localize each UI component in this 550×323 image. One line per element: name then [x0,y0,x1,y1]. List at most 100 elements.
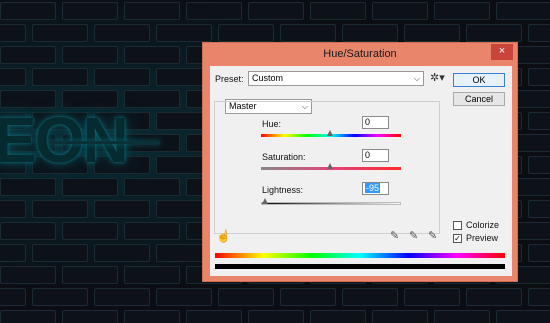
brick [0,68,26,86]
brick [528,68,550,86]
brick [32,244,88,262]
brick [528,288,550,306]
brick [124,178,180,196]
brick [0,24,26,42]
title-bar[interactable]: Hue/Saturation × [203,43,517,65]
brick [218,24,274,42]
brick [0,244,26,262]
brick [124,310,180,323]
brick [94,68,150,86]
lightness-slider-track[interactable] [261,202,401,205]
brick [528,244,550,262]
lightness-input[interactable]: -95 [362,182,389,195]
brick [124,46,180,64]
saturation-label: Saturation: [262,152,306,162]
brick [280,288,336,306]
saturation-slider-thumb[interactable] [327,163,333,169]
lightness-label: Lightness: [262,185,304,195]
brick [94,200,150,218]
adjustment-group: Hue: 0 Saturation: 0 Lightness: -95 [214,101,440,234]
brick [404,24,460,42]
brick [248,310,304,323]
brick [0,310,56,323]
brick [62,178,118,196]
lightness-slider-thumb[interactable] [262,198,268,204]
brick [94,24,150,42]
dialog-body: Preset: Custom ⌵ ✲▾ OK Cancel Master ⌵ H… [210,66,512,276]
ok-button[interactable]: OK [453,73,505,87]
brick [156,288,212,306]
lightness-value: -95 [365,183,381,193]
brick [94,288,150,306]
brick [62,266,118,284]
brick [32,200,88,218]
brick [434,310,490,323]
hue-input[interactable]: 0 [362,116,389,129]
brick [528,156,550,174]
output-color-bar [215,264,505,269]
brick [124,90,180,108]
brick [0,288,26,306]
brick [280,24,336,42]
gear-icon[interactable]: ✲▾ [430,71,445,84]
brick [62,2,118,20]
chevron-down-icon: ⌵ [413,74,420,83]
hue-saturation-dialog: Hue/Saturation × Preset: Custom ⌵ ✲▾ OK … [202,42,518,282]
brick [124,222,180,240]
brick [0,200,26,218]
brick [404,288,460,306]
brick [528,200,550,218]
preset-select[interactable]: Custom ⌵ [248,71,424,86]
dialog-title: Hue/Saturation [323,48,397,60]
brick [124,2,180,20]
eyedropper-minus-icon[interactable]: ✎ [428,229,437,242]
brick [32,288,88,306]
preview-checkbox[interactable]: ✓ [453,234,462,243]
brick [342,24,398,42]
brick [0,266,56,284]
brick [342,288,398,306]
brick-row [0,310,550,323]
brick [528,24,550,42]
brick [372,310,428,323]
brick [62,310,118,323]
brick [0,178,56,196]
brick [372,2,428,20]
brick [0,46,56,64]
brick [32,68,88,86]
eyedropper-plus-icon[interactable]: ✎ [409,229,418,242]
brick [528,112,550,130]
brick [156,24,212,42]
saturation-input[interactable]: 0 [362,149,389,162]
brick [496,2,550,20]
brick [0,2,56,20]
neon-text: EON [0,104,129,176]
brick [186,310,242,323]
colorize-checkbox[interactable] [453,221,462,230]
preset-value: Custom [252,73,284,83]
brick-row [0,2,550,24]
neon-stroke [50,141,160,144]
brick [218,288,274,306]
brick [496,310,550,323]
input-color-bar [215,253,505,258]
brick [466,24,522,42]
brick [62,46,118,64]
brick [466,288,522,306]
brick-row [0,288,550,310]
brick [32,24,88,42]
brick [310,310,366,323]
brick [186,2,242,20]
hue-slider-thumb[interactable] [327,130,333,136]
brick [94,244,150,262]
brick [248,2,304,20]
brick [310,2,366,20]
targeted-adjustment-icon[interactable]: ☝ [216,229,231,243]
brick [124,266,180,284]
preview-label: Preview [466,233,499,243]
close-button[interactable]: × [491,44,513,60]
eyedropper-icon[interactable]: ✎ [390,229,399,242]
brick [62,222,118,240]
preset-label: Preset: [215,74,244,84]
cancel-button[interactable]: Cancel [453,92,505,106]
